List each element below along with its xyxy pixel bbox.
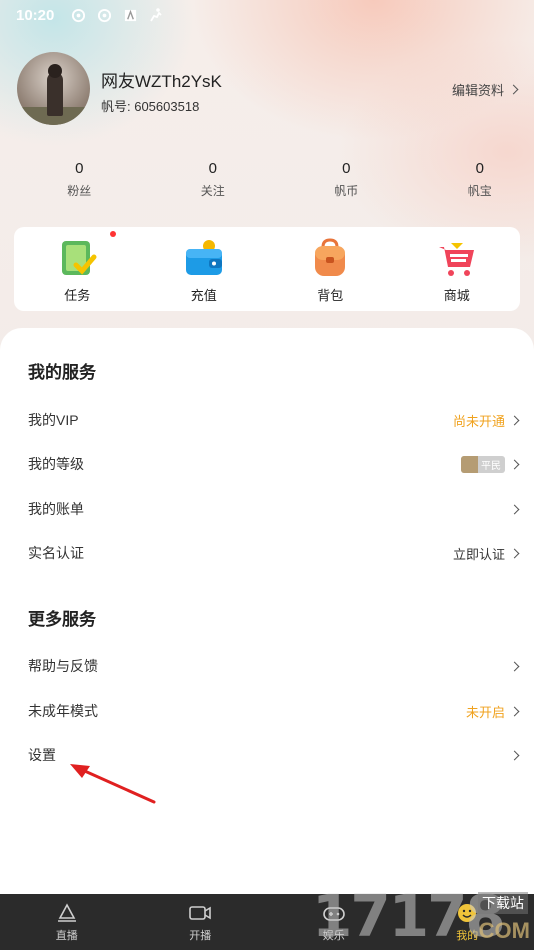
menu-row-label: 未成年模式 bbox=[28, 703, 98, 719]
user-id: 帆号: 605603518 bbox=[101, 99, 200, 114]
menu-row-minor-mode[interactable]: 未成年模式 未开启 bbox=[28, 696, 520, 726]
menu-row-bill[interactable]: 我的账单 bbox=[28, 494, 520, 524]
shopping-cart-icon bbox=[438, 243, 474, 276]
edit-profile-label: 编辑资料 bbox=[451, 83, 504, 98]
stat-value: 0 bbox=[208, 160, 217, 177]
profile-header: 网友WZTh2YsK 帆号: 605603518 编辑资料 bbox=[17, 52, 519, 126]
tab-live[interactable]: 直播 bbox=[0, 894, 134, 950]
chevron-right-icon bbox=[509, 661, 520, 671]
status-bar: 10:20 bbox=[0, 0, 534, 30]
settings-gear-icon bbox=[96, 7, 112, 23]
avatar[interactable] bbox=[17, 52, 90, 125]
watermark-domain: .COM bbox=[472, 918, 530, 943]
notification-dot bbox=[110, 231, 116, 237]
menu-row-real-name[interactable]: 实名认证 立即认证 bbox=[28, 538, 520, 568]
stat-label: 帆币 bbox=[334, 184, 359, 198]
stat-label: 关注 bbox=[200, 184, 225, 198]
quick-action-shop[interactable]: 商城 bbox=[394, 227, 521, 311]
more-services-title: 更多服务 bbox=[28, 610, 96, 629]
menu-row-label: 我的账单 bbox=[28, 501, 84, 517]
menu-row-level[interactable]: 我的等级 平民 bbox=[28, 449, 520, 479]
quick-action-label: 背包 bbox=[317, 288, 344, 303]
chevron-right-icon bbox=[509, 548, 520, 558]
menu-row-help[interactable]: 帮助与反馈 bbox=[28, 651, 520, 681]
running-icon bbox=[148, 7, 164, 23]
edit-profile-link[interactable]: 编辑资料 bbox=[451, 80, 519, 99]
quick-action-recharge[interactable]: 充值 bbox=[141, 227, 268, 311]
menu-row-label: 实名认证 bbox=[28, 545, 84, 561]
quick-action-label: 任务 bbox=[64, 288, 91, 303]
stat-following[interactable]: 0 关注 bbox=[159, 160, 268, 199]
verify-action: 立即认证 bbox=[452, 546, 505, 562]
watermark-site: 下载站 bbox=[478, 892, 528, 914]
rank-icon bbox=[461, 455, 478, 473]
menu-row-label: 设置 bbox=[28, 747, 56, 763]
minor-mode-status: 未开启 bbox=[465, 704, 505, 720]
stat-label: 帆宝 bbox=[467, 184, 492, 198]
chevron-right-icon bbox=[509, 750, 520, 760]
task-clipboard-icon bbox=[62, 241, 97, 275]
menu-row-label: 我的等级 bbox=[28, 456, 84, 472]
menu-row-label: 帮助与反馈 bbox=[28, 658, 98, 674]
chevron-right-icon bbox=[509, 504, 520, 514]
services-card: 我的服务 我的VIP 尚未开通 我的等级 平民 我的账单 实名认证 立即认证 更… bbox=[0, 328, 534, 896]
stat-coins[interactable]: 0 帆币 bbox=[292, 160, 401, 199]
rank-label: 平民 bbox=[481, 460, 501, 472]
menu-row-label: 我的VIP bbox=[28, 412, 79, 428]
stats-row: 0 粉丝 0 关注 0 帆币 0 帆宝 bbox=[0, 160, 534, 199]
wallet-icon bbox=[185, 240, 222, 275]
chevron-right-icon bbox=[509, 706, 520, 716]
quick-action-label: 充值 bbox=[190, 288, 217, 303]
watermark: 17178 下载站 .COM bbox=[312, 882, 534, 950]
settings-gear-icon bbox=[70, 7, 86, 23]
chevron-right-icon bbox=[508, 84, 519, 95]
vip-status: 尚未开通 bbox=[452, 413, 505, 429]
chevron-right-icon bbox=[509, 459, 520, 469]
username: 网友WZTh2YsK bbox=[101, 72, 222, 91]
a-app-icon bbox=[122, 7, 138, 23]
tab-label: 直播 bbox=[55, 929, 78, 942]
quick-actions-card: 任务 充值 背包 商城 bbox=[14, 227, 520, 311]
video-camera-icon bbox=[189, 905, 212, 920]
stat-value: 0 bbox=[75, 160, 84, 177]
tab-start-live[interactable]: 开播 bbox=[134, 894, 268, 950]
tab-label: 开播 bbox=[189, 929, 212, 942]
backpack-icon bbox=[315, 238, 346, 276]
rank-badge: 平民 bbox=[461, 455, 505, 473]
chevron-right-icon bbox=[509, 415, 520, 425]
quick-action-task[interactable]: 任务 bbox=[14, 227, 141, 311]
status-time: 10:20 bbox=[16, 6, 55, 24]
live-cone-icon bbox=[57, 902, 76, 922]
menu-row-vip[interactable]: 我的VIP 尚未开通 bbox=[28, 405, 520, 435]
stat-treasure[interactable]: 0 帆宝 bbox=[426, 160, 534, 199]
stat-label: 粉丝 bbox=[67, 184, 92, 198]
stat-fans[interactable]: 0 粉丝 bbox=[25, 160, 134, 199]
my-services-title: 我的服务 bbox=[28, 363, 96, 382]
annotation-arrow-icon bbox=[70, 764, 156, 804]
stat-value: 0 bbox=[475, 160, 484, 177]
quick-action-label: 商城 bbox=[443, 288, 470, 303]
quick-action-backpack[interactable]: 背包 bbox=[267, 227, 394, 311]
stat-value: 0 bbox=[342, 160, 351, 177]
